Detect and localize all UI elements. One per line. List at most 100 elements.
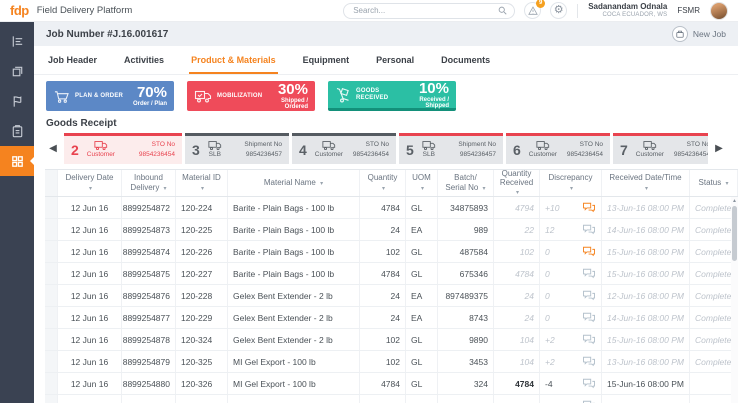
carousel-left-arrow[interactable]: ◀ bbox=[46, 143, 60, 154]
shipment-card-6[interactable]: 6CustomerSTO No9854236454 bbox=[506, 133, 610, 164]
settings-button[interactable]: ⚙ bbox=[550, 2, 567, 19]
row-gutter bbox=[45, 285, 58, 306]
cell-quantity-received: 22 bbox=[494, 219, 540, 240]
tab-job-header[interactable]: Job Header bbox=[48, 46, 97, 74]
scrollbar-thumb[interactable] bbox=[732, 206, 737, 261]
carousel-right-arrow[interactable]: ▶ bbox=[712, 143, 726, 154]
cell-material-name: MI Gel Export - 100 lb bbox=[228, 351, 360, 372]
tab-personal[interactable]: Personal bbox=[376, 46, 414, 74]
column-header-batch-serial-no[interactable]: Batch/ Serial No ▾ bbox=[438, 170, 494, 196]
column-header-status[interactable]: Status ▾ bbox=[690, 170, 738, 196]
sidebar-item-route[interactable] bbox=[0, 86, 34, 116]
cell-batch-serial: 324 bbox=[438, 373, 494, 394]
sidebar-item-grid[interactable] bbox=[0, 146, 34, 176]
shipment-card-3[interactable]: 3SLBShipment No9854236457 bbox=[185, 133, 289, 164]
cell-discrepancy: 1 bbox=[540, 395, 602, 403]
column-header-inbound-delivery[interactable]: Inbound Delivery ▾ bbox=[122, 170, 176, 196]
comments-icon[interactable] bbox=[582, 290, 596, 301]
received-time: 08:00 PM bbox=[648, 357, 684, 367]
alerts-button[interactable]: 9 bbox=[524, 2, 541, 19]
card-doc-label: Shipment No bbox=[244, 140, 282, 150]
new-job-button[interactable]: New Job bbox=[672, 26, 726, 42]
column-label: UOM ▾ bbox=[411, 173, 432, 192]
user-role: FSMR bbox=[677, 6, 700, 15]
user-info[interactable]: Sadanandam Odnala COCA ECUADOR, WS bbox=[588, 2, 667, 18]
clipboard-icon bbox=[10, 124, 25, 139]
tab-activities[interactable]: Activities bbox=[124, 46, 164, 74]
column-header-material-id[interactable]: Material ID ▾ bbox=[176, 170, 228, 196]
comments-icon[interactable] bbox=[582, 334, 596, 345]
column-header-quantity-received[interactable]: Quantity Received ▾ bbox=[494, 170, 540, 196]
card-doc-label: STO No bbox=[567, 140, 603, 150]
new-job-label: New Job bbox=[693, 29, 726, 39]
tab-equipment[interactable]: Equipment bbox=[303, 46, 350, 74]
cell-material-id: 120-228 bbox=[176, 285, 228, 306]
cell-batch-serial: 2 bbox=[438, 395, 494, 403]
column-header-received-date-time[interactable]: Received Date/Time ▾ bbox=[602, 170, 690, 196]
column-header-discrepancy[interactable]: Discrepancy ▾ bbox=[540, 170, 602, 196]
cell-inbound-delivery: 8899254876 bbox=[122, 285, 176, 306]
avatar[interactable] bbox=[710, 2, 728, 20]
cell-inbound-delivery: 8899254872 bbox=[122, 197, 176, 218]
cell-batch-serial: 3453 bbox=[438, 351, 494, 372]
kpi-label: GOODS RECEIVED bbox=[356, 88, 404, 101]
shipment-card-5[interactable]: 5SLBShipment No9854236457 bbox=[399, 133, 503, 164]
table-row: 12 Jun 168899254881120-327MI Gel Export … bbox=[45, 395, 738, 403]
kpi-sublabel: Order / Plan bbox=[133, 101, 167, 107]
comments-icon[interactable] bbox=[582, 246, 596, 257]
search-input[interactable] bbox=[351, 5, 498, 16]
comments-icon[interactable] bbox=[582, 356, 596, 367]
row-gutter bbox=[45, 373, 58, 394]
column-header-uom[interactable]: UOM ▾ bbox=[406, 170, 438, 196]
comments-icon[interactable] bbox=[582, 202, 596, 213]
card-carrier: Customer bbox=[315, 151, 343, 159]
cell-inbound-delivery: 8899254879 bbox=[122, 351, 176, 372]
sort-caret-icon: ▾ bbox=[89, 186, 92, 192]
column-header-quantity[interactable]: Quantity ▾ bbox=[360, 170, 406, 196]
cart-icon bbox=[53, 89, 70, 104]
sidebar bbox=[0, 22, 34, 403]
sidebar-item-layers[interactable] bbox=[0, 56, 34, 86]
table-header: Delivery Date ▾Inbound Delivery ▾ Materia… bbox=[45, 170, 738, 197]
card-carrier: Customer bbox=[87, 151, 115, 159]
tab-product-materials[interactable]: Product & Materials bbox=[191, 46, 276, 74]
table-scrollbar[interactable]: ▲ bbox=[731, 197, 738, 403]
search-box[interactable] bbox=[343, 3, 515, 19]
card-number: 5 bbox=[406, 142, 414, 158]
received-time: 08:00 PM bbox=[648, 247, 684, 257]
shipment-card-4[interactable]: 4CustomerSTO No9854236454 bbox=[292, 133, 396, 164]
sidebar-item-clipboard[interactable] bbox=[0, 116, 34, 146]
comments-icon[interactable] bbox=[582, 378, 596, 389]
sidebar-item-report[interactable] bbox=[0, 26, 34, 56]
column-label: Material ID ▾ bbox=[181, 173, 222, 192]
row-gutter bbox=[45, 307, 58, 328]
received-time: 08:00 PM bbox=[648, 335, 684, 345]
alert-count-badge: 9 bbox=[536, 0, 545, 8]
cell-received-datetime: 15-Jun-1608:00 PM bbox=[602, 241, 690, 262]
cell-quantity: 24 bbox=[360, 219, 406, 240]
shipment-card-2[interactable]: 2CustomerSTO No9854236454 bbox=[64, 133, 182, 164]
cell-material-id: 120-225 bbox=[176, 219, 228, 240]
sort-caret-icon: ▾ bbox=[201, 186, 204, 192]
cell-material-id: 120-326 bbox=[176, 373, 228, 394]
received-date: 14-Jun-16 bbox=[607, 313, 645, 323]
shipment-card-7[interactable]: 7CustomerSTO No9854236454 bbox=[613, 133, 708, 164]
received-time: 08:00 PM bbox=[648, 225, 684, 235]
cell-received-datetime: 15-Jun-1608:00 PM bbox=[602, 373, 690, 394]
comments-icon[interactable] bbox=[582, 224, 596, 235]
comments-icon[interactable] bbox=[582, 268, 596, 279]
tab-documents[interactable]: Documents bbox=[441, 46, 490, 74]
received-time: 08:00 PM bbox=[648, 291, 684, 301]
column-header-material-name[interactable]: Material Name ▾ bbox=[228, 170, 360, 196]
cell-delivery-date: 12 Jun 16 bbox=[58, 373, 122, 394]
comments-icon[interactable] bbox=[582, 312, 596, 323]
kpi-row: PLAN & ORDER70%Order / PlanMOBILIZATION3… bbox=[34, 75, 738, 116]
truck-icon bbox=[422, 140, 436, 151]
scrollbar-up-arrow[interactable]: ▲ bbox=[731, 199, 738, 204]
cell-quantity: 102 bbox=[360, 241, 406, 262]
cell-delivery-date: 12 Jun 16 bbox=[58, 395, 122, 403]
cell-material-name: Gelex Bent Extender - 2 lb bbox=[228, 329, 360, 350]
cell-received-datetime: 15-Jun-1608:00 PM bbox=[602, 329, 690, 350]
column-header-delivery-date[interactable]: Delivery Date ▾ bbox=[58, 170, 122, 196]
alert-icon bbox=[528, 6, 538, 15]
